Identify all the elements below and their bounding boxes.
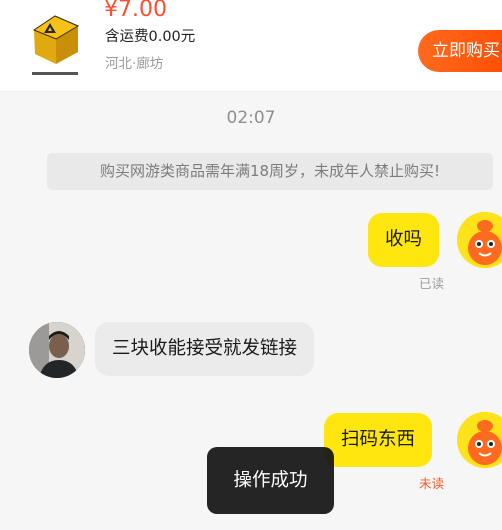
read-status: 已读 bbox=[419, 276, 445, 291]
product-thumbnail[interactable] bbox=[22, 4, 88, 80]
contact-avatar[interactable] bbox=[29, 322, 85, 378]
buy-now-button[interactable]: 立即购买 bbox=[418, 30, 502, 72]
my-avatar[interactable] bbox=[457, 412, 502, 468]
product-price: ¥7.00 bbox=[104, 0, 167, 22]
mascot-avatar-icon bbox=[457, 412, 502, 468]
mascot-avatar-icon bbox=[457, 212, 502, 268]
game-box-icon bbox=[32, 15, 80, 75]
chat-page: ¥7.00 含运费0.00元 河北·廊坊 立即购买 02:07 购买网游类商品需… bbox=[0, 0, 502, 530]
message-bubble-received[interactable]: 三块收能接受就发链接 bbox=[95, 322, 315, 376]
user-photo-avatar bbox=[29, 322, 85, 378]
seller-location: 河北·廊坊 bbox=[105, 56, 164, 72]
my-avatar[interactable] bbox=[457, 212, 502, 268]
message-bubble-sent[interactable]: 扫码东西 bbox=[324, 413, 433, 467]
age-notice: 购买网游类商品需年满18周岁，未成年人禁止购买! bbox=[47, 153, 493, 190]
unread-status: 未读 bbox=[419, 476, 445, 491]
chat-timestamp: 02:07 bbox=[226, 108, 276, 128]
shipping-info: 含运费0.00元 bbox=[105, 29, 196, 45]
product-card[interactable]: ¥7.00 含运费0.00元 河北·廊坊 立即购买 bbox=[0, 0, 502, 92]
success-toast: 操作成功 bbox=[207, 447, 334, 514]
message-bubble-sent[interactable]: 收吗 bbox=[368, 213, 440, 267]
